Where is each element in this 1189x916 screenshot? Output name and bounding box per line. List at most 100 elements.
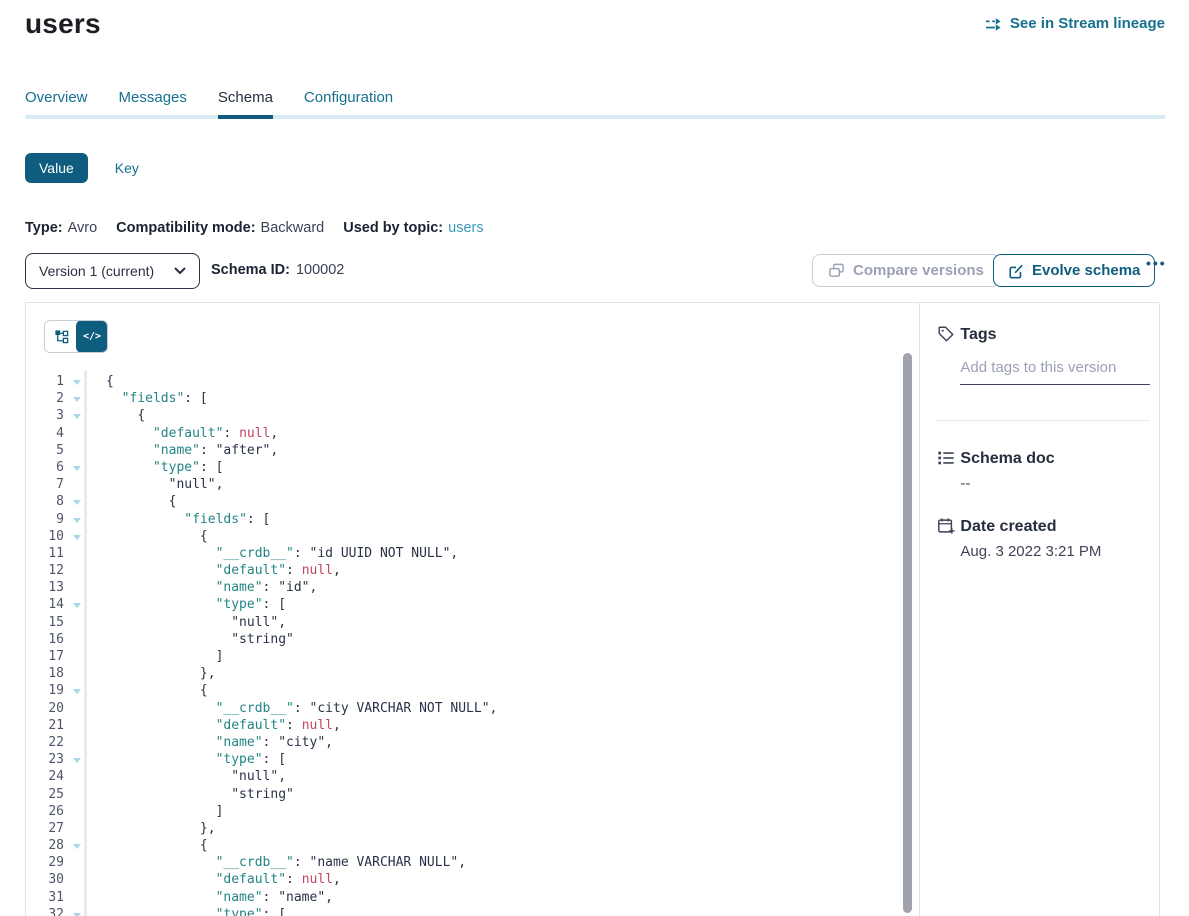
line-number: 25 [26,787,64,802]
line-number: 23 [26,752,64,767]
code-line-27: 27 }, [26,821,889,838]
code-text: "default": null, [106,563,341,578]
code-text: "__crdb__": "name VARCHAR NULL", [106,855,466,870]
line-number: 8 [26,494,64,509]
code-line-9: 9 "fields": [ [26,512,889,529]
evolve-schema-button[interactable]: Evolve schema [993,254,1155,287]
code-line-1: 1{ [26,374,889,391]
fold-toggle-icon[interactable] [73,466,81,471]
fold-toggle-icon[interactable] [73,844,81,849]
code-text: "type": [ [106,752,286,767]
used-by-topic-link[interactable]: users [448,220,483,236]
version-select[interactable]: Version 1 (current) [25,253,200,289]
code-line-25: 25 "string" [26,787,889,804]
code-line-2: 2 "fields": [ [26,391,889,408]
editor-scrollbar[interactable] [903,353,912,913]
line-number: 17 [26,649,64,664]
tab-track [25,115,1165,119]
value-key-toggle: Value Key [25,153,139,183]
tab-messages[interactable]: Messages [119,90,187,106]
compare-versions-button[interactable]: Compare versions [812,254,1000,287]
fold-toggle-icon[interactable] [73,535,81,540]
line-number: 29 [26,855,64,870]
type-value: Avro [68,220,98,236]
schema-doc-icon [937,449,955,472]
code-line-17: 17 ] [26,649,889,666]
code-text: "name": "name", [106,890,333,905]
fold-toggle-icon[interactable] [73,758,81,763]
code-line-12: 12 "default": null, [26,563,889,580]
fold-toggle-icon[interactable] [73,380,81,385]
code-text: "type": [ [106,907,286,916]
code-line-23: 23 "type": [ [26,752,889,769]
date-created-heading: Date created [960,518,1056,536]
schema-code-pane: </> 1{2 "fields": [3 {4 "default": null,… [26,303,919,916]
fold-toggle-icon[interactable] [73,603,81,608]
schema-id-value: 100002 [296,262,344,278]
code-line-22: 22 "name": "city", [26,735,889,752]
fold-toggle-icon[interactable] [73,397,81,402]
code-text: "default": null, [106,718,341,733]
schema-code-editor[interactable]: 1{2 "fields": [3 {4 "default": null,5 "n… [26,374,889,916]
code-line-15: 15 "null", [26,615,889,632]
code-text: "default": null, [106,426,278,441]
line-number: 20 [26,701,64,716]
more-actions-button[interactable]: ••• [1146,255,1167,271]
line-number: 3 [26,408,64,423]
code-line-13: 13 "name": "id", [26,580,889,597]
line-number: 5 [26,443,64,458]
key-toggle-link[interactable]: Key [115,160,139,176]
code-line-31: 31 "name": "name", [26,890,889,907]
fold-toggle-icon[interactable] [73,518,81,523]
compare-versions-label: Compare versions [853,262,984,279]
schema-page: users See in Stream lineage Overview Mess… [0,0,1189,916]
fold-toggle-icon[interactable] [73,689,81,694]
code-text: "default": null, [106,872,341,887]
code-text: { [106,838,208,853]
code-text: { [106,529,208,544]
code-view-button[interactable]: </> [76,320,108,353]
chevron-down-icon [174,267,186,275]
evolve-schema-label: Evolve schema [1032,262,1140,279]
line-number: 31 [26,890,64,905]
type-label: Type: [25,220,63,236]
code-text: "name": "id", [106,580,317,595]
schema-doc-value: -- [960,475,970,492]
line-number: 4 [26,426,64,441]
code-line-19: 19 { [26,683,889,700]
used-by-topic-label: Used by topic: [343,220,443,236]
code-text: { [106,408,145,423]
code-line-20: 20 "__crdb__": "city VARCHAR NOT NULL", [26,701,889,718]
schema-sidebar: Tags Schema doc -- [919,303,1159,916]
tab-configuration[interactable]: Configuration [304,90,393,106]
code-text: "type": [ [106,597,286,612]
see-in-stream-lineage-link[interactable]: See in Stream lineage [985,15,1165,32]
tab-overview[interactable]: Overview [25,90,88,106]
date-created-icon [937,517,955,540]
version-select-value: Version 1 (current) [39,263,154,279]
code-text: { [106,683,208,698]
code-line-8: 8 { [26,494,889,511]
code-line-18: 18 }, [26,666,889,683]
tab-schema[interactable]: Schema [218,90,273,106]
code-line-4: 4 "default": null, [26,426,889,443]
code-text: }, [106,821,216,836]
tag-icon [937,325,955,348]
fold-toggle-icon[interactable] [73,500,81,505]
value-toggle-button[interactable]: Value [25,153,88,183]
add-tags-input[interactable] [960,355,1150,385]
fold-toggle-icon[interactable] [73,414,81,419]
code-text: }, [106,666,216,681]
tabs: Overview Messages Schema Configuration [25,90,1165,106]
tree-view-button[interactable] [45,321,77,352]
line-number: 6 [26,460,64,475]
line-number: 28 [26,838,64,853]
code-line-6: 6 "type": [ [26,460,889,477]
code-text: "string" [106,632,294,647]
date-created-value: Aug. 3 2022 3:21 PM [960,543,1101,560]
schema-id-label: Schema ID: [211,262,290,278]
code-text: ] [106,804,223,819]
stream-lineage-icon [985,16,1003,32]
schema-meta-row: Type: Avro Compatibility mode: Backward … [25,220,484,236]
line-number: 1 [26,374,64,389]
